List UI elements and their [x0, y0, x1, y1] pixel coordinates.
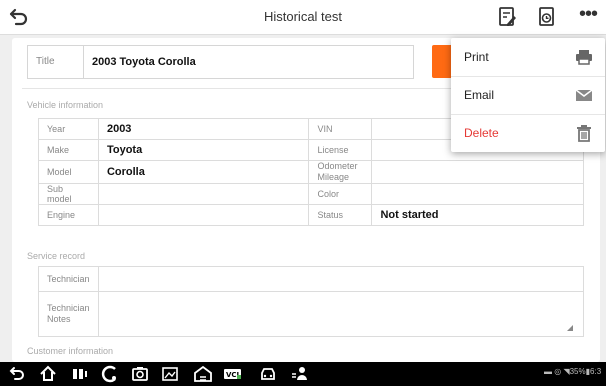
table-row: Engine Status Not started	[38, 204, 584, 226]
color-value[interactable]	[371, 183, 584, 205]
menu-item-label: Print	[464, 50, 489, 64]
vci-connect-icon[interactable]	[100, 364, 120, 384]
year-value[interactable]: 2003	[97, 118, 310, 140]
battery-percent: 35%	[569, 367, 586, 376]
recent-apps-icon[interactable]	[70, 364, 90, 384]
title-label: Title	[28, 46, 84, 78]
customer-info-heading: Customer information	[27, 346, 114, 356]
chat-icon: ▬	[544, 367, 552, 376]
report-timer-icon[interactable]	[537, 6, 557, 28]
camera-icon[interactable]	[130, 364, 150, 384]
technician-notes-label: Technician Notes	[38, 291, 99, 337]
engine-label: Engine	[38, 204, 99, 226]
menu-item-print[interactable]: Print	[451, 38, 605, 77]
envelope-icon	[575, 89, 593, 101]
technician-field[interactable]	[97, 266, 585, 292]
odometer-value[interactable]	[371, 160, 584, 184]
table-row: Model Corolla Odometer Mileage	[38, 160, 584, 184]
table-row: Technician	[38, 266, 585, 292]
year-label: Year	[38, 118, 99, 140]
garage-icon[interactable]	[193, 364, 213, 384]
printer-icon	[576, 50, 592, 65]
license-label: License	[308, 139, 373, 161]
overflow-menu: Print Email Delete	[451, 38, 605, 152]
submodel-label: Sub model	[38, 183, 99, 205]
clock: 6:3	[590, 367, 602, 376]
status-label: Status	[308, 204, 373, 226]
table-row: Technician Notes	[38, 291, 585, 337]
title-value[interactable]: 2003 Toyota Corolla	[92, 46, 196, 78]
menu-item-delete[interactable]: Delete	[451, 114, 605, 152]
service-record-heading: Service record	[27, 251, 86, 261]
sync-icon: ◎	[554, 367, 562, 376]
screenshot-icon[interactable]	[160, 364, 180, 384]
technician-notes-field[interactable]	[97, 291, 585, 337]
back-icon[interactable]	[8, 364, 28, 384]
menu-item-label: Delete	[464, 126, 499, 140]
model-label: Model	[38, 160, 99, 184]
service-record-table: Technician Technician Notes	[38, 266, 585, 337]
vci-status-icon[interactable]: VCI	[223, 364, 243, 384]
vehicle-info-heading: Vehicle information	[27, 100, 104, 110]
vehicle-icon[interactable]	[258, 364, 278, 384]
status-value[interactable]: Not started	[371, 204, 584, 226]
home-icon[interactable]	[38, 364, 58, 384]
menu-item-email[interactable]: Email	[451, 76, 605, 115]
more-options-icon[interactable]: •••	[575, 4, 601, 27]
remote-expert-icon[interactable]	[290, 364, 310, 384]
top-bar: Historical test •••	[0, 0, 606, 35]
make-label: Make	[38, 139, 99, 161]
make-value[interactable]: Toyota	[97, 139, 310, 161]
system-nav-bar: VCI ▬ ◎ ◥35%▮6:3	[0, 362, 606, 386]
submodel-value[interactable]	[97, 183, 310, 205]
model-value[interactable]: Corolla	[97, 160, 310, 184]
edit-report-icon[interactable]	[497, 6, 517, 28]
engine-value[interactable]	[97, 204, 310, 226]
status-bar: ▬ ◎ ◥35%▮6:3	[544, 367, 601, 376]
title-field[interactable]: Title 2003 Toyota Corolla	[27, 45, 414, 79]
resize-handle-icon[interactable]	[567, 325, 573, 331]
color-label: Color	[308, 183, 373, 205]
menu-item-label: Email	[464, 88, 495, 102]
odometer-label: Odometer Mileage	[308, 160, 373, 184]
technician-label: Technician	[38, 266, 99, 292]
table-row: Sub model Color	[38, 183, 584, 205]
trash-icon	[577, 125, 591, 142]
vin-label: VIN	[308, 118, 373, 140]
